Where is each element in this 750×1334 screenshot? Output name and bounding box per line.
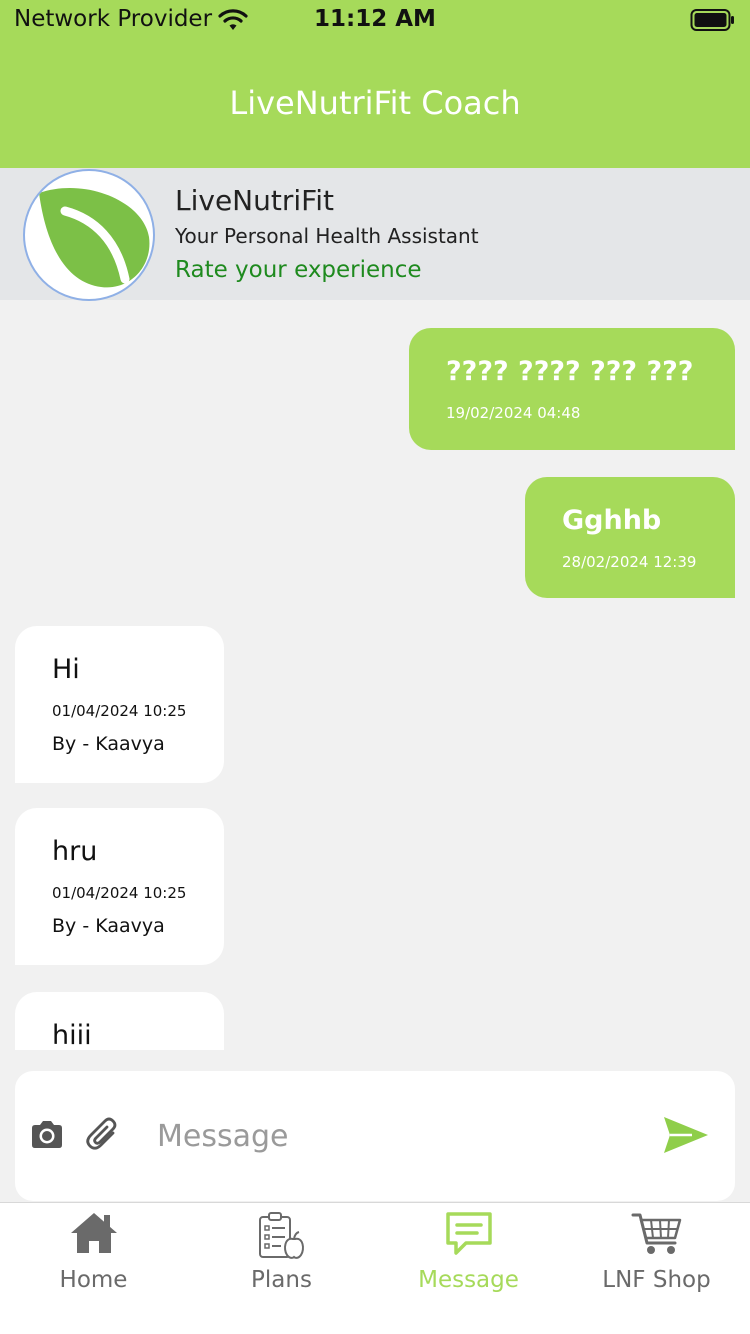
sent-message-bubble[interactable]: Gghhb 28/02/2024 12:39 (525, 477, 735, 598)
message-text: Hi (52, 654, 80, 685)
received-message-bubble[interactable]: Hi 01/04/2024 10:25 By - Kaavya (15, 626, 224, 783)
message-text: hru (52, 836, 98, 867)
battery-icon (690, 8, 736, 36)
app-header: LiveNutriFit Coach (0, 44, 750, 168)
chat-message-list[interactable]: ???? ???? ??? ??? 19/02/2024 04:48 Gghhb… (0, 300, 750, 1050)
message-timestamp: 19/02/2024 04:48 (446, 404, 581, 422)
message-author: By - Kaavya (52, 733, 165, 755)
home-icon (0, 1211, 187, 1255)
tab-home[interactable]: Home (0, 1203, 187, 1334)
page-title: LiveNutriFit Coach (229, 84, 521, 122)
coach-profile-bar: LiveNutriFit Your Personal Health Assist… (0, 168, 750, 301)
leaf-logo-icon (23, 169, 155, 301)
tab-message[interactable]: Message (375, 1203, 562, 1334)
send-icon[interactable] (662, 1115, 710, 1159)
camera-icon[interactable] (29, 1119, 65, 1155)
coach-subtitle: Your Personal Health Assistant (175, 224, 479, 248)
message-composer (15, 1071, 735, 1201)
bottom-tab-bar: Home Plans Message LNF Shop (0, 1202, 750, 1334)
message-text: ???? ???? ??? ??? (446, 356, 694, 387)
coach-name: LiveNutriFit (175, 184, 334, 217)
tab-plans[interactable]: Plans (188, 1203, 375, 1334)
sent-message-bubble[interactable]: ???? ???? ??? ??? 19/02/2024 04:48 (409, 328, 735, 450)
message-text: Gghhb (562, 505, 662, 536)
message-author: By - Kaavya (52, 915, 165, 937)
message-timestamp: 01/04/2024 10:25 (52, 884, 187, 902)
tab-lnf-shop[interactable]: LNF Shop (563, 1203, 750, 1334)
plans-clipboard-icon (188, 1211, 375, 1261)
message-timestamp: 28/02/2024 12:39 (562, 553, 697, 571)
tab-lnf-shop-label: LNF Shop (602, 1267, 711, 1293)
received-message-bubble[interactable]: hru 01/04/2024 10:25 By - Kaavya (15, 808, 224, 965)
tab-message-label: Message (418, 1267, 519, 1293)
paperclip-icon[interactable] (85, 1117, 121, 1157)
tab-plans-label: Plans (251, 1267, 312, 1293)
received-message-bubble[interactable]: hiii (15, 992, 224, 1050)
message-icon (375, 1211, 562, 1257)
rate-experience-link[interactable]: Rate your experience (175, 257, 422, 283)
tab-home-label: Home (59, 1267, 128, 1293)
message-text: hiii (52, 1020, 92, 1050)
status-bar: Network Provider 11:12 AM (0, 0, 750, 44)
status-time: 11:12 AM (314, 6, 436, 32)
shopping-cart-icon (563, 1211, 750, 1257)
message-input[interactable] (157, 1113, 637, 1159)
message-timestamp: 01/04/2024 10:25 (52, 702, 187, 720)
